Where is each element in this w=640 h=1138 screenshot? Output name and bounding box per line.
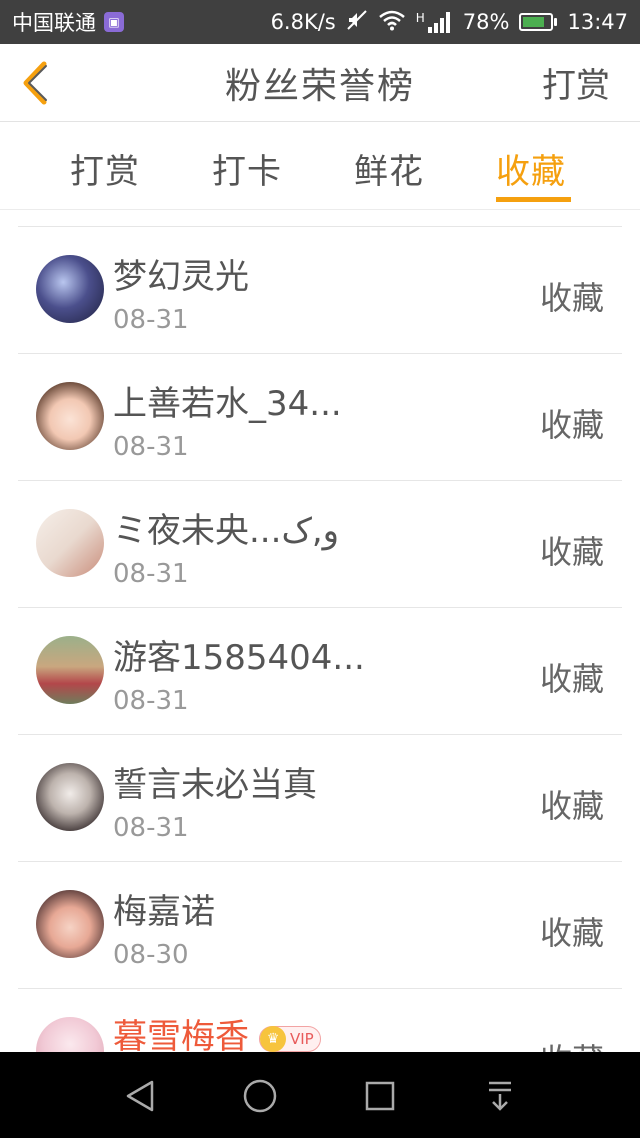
item-action: 收藏	[539, 406, 604, 444]
avatar	[36, 509, 104, 577]
item-date: 08-31	[113, 432, 189, 462]
avatar	[36, 890, 104, 958]
avatar	[36, 255, 104, 323]
item-action: 收藏	[540, 1035, 604, 1052]
item-action: 收藏	[539, 533, 604, 571]
notification-app-icon: ▣	[104, 12, 124, 32]
list-item[interactable]: 游客1585404... 08-31 收藏	[18, 608, 622, 735]
list-item[interactable]: 暮雪梅香 ♛VIP 收藏	[18, 989, 622, 1052]
list-item[interactable]: 梦幻灵光 08-31 收藏	[18, 227, 622, 354]
user-name: 暮雪梅香 ♛ VIP	[113, 1009, 321, 1052]
item-action: 收藏	[539, 279, 604, 317]
item-action: 收藏	[539, 660, 604, 698]
item-date: 08-31	[113, 305, 189, 335]
carrier-label: 中国联通	[12, 11, 96, 35]
nav-home-button[interactable]	[240, 1076, 280, 1116]
nav-back-button[interactable]	[120, 1076, 160, 1116]
triangle-back-icon	[126, 1080, 154, 1112]
avatar	[36, 763, 104, 831]
fan-list: 梦幻灵光 08-31 收藏 上善若水_34... 08-31 收藏 ミ夜未央..…	[18, 226, 622, 1052]
battery-icon	[519, 13, 558, 31]
avatar	[36, 382, 104, 450]
item-date: 08-31	[113, 686, 189, 716]
status-bar: 中国联通 ▣ 6.8K/s H 78% 13:47	[0, 0, 640, 44]
wifi-icon	[378, 9, 406, 36]
list-item[interactable]: ミ夜未央...ﻭ,ک 08-31 收藏	[18, 481, 622, 608]
active-tab-indicator	[496, 197, 571, 202]
user-name-text: 暮雪梅香	[113, 1017, 249, 1052]
network-speed: 6.8K/s	[270, 10, 336, 34]
circle-home-icon	[243, 1079, 277, 1113]
mute-icon	[346, 9, 368, 36]
clock: 13:47	[567, 10, 628, 34]
tab-reward[interactable]: 打赏	[70, 144, 140, 193]
network-type: H	[415, 11, 425, 25]
tab-flowers[interactable]: 鲜花	[354, 144, 424, 193]
nav-recents-button[interactable]	[360, 1076, 400, 1116]
pull-down-icon	[489, 1081, 511, 1111]
item-action: 收藏	[539, 914, 604, 952]
avatar	[36, 636, 104, 704]
item-date: 08-30	[113, 940, 189, 970]
tab-checkin[interactable]: 打卡	[212, 144, 282, 193]
vip-badge: ♛ VIP	[259, 1025, 321, 1052]
vip-label: VIP	[290, 1029, 314, 1048]
crown-icon: ♛	[260, 1025, 286, 1052]
user-name: 上善若水_34...	[113, 384, 342, 424]
avatar	[36, 1017, 104, 1052]
item-action: 收藏	[539, 787, 604, 825]
reward-button[interactable]: 打赏	[542, 58, 610, 107]
user-name: 梦幻灵光	[113, 257, 249, 297]
battery-percent: 78%	[462, 10, 510, 34]
system-nav-bar	[0, 1052, 640, 1138]
signal-icon: H	[416, 11, 453, 33]
user-name: ミ夜未央...ﻭ,ک	[113, 511, 340, 551]
nav-notifications-button[interactable]	[480, 1076, 520, 1116]
tab-favorites[interactable]: 收藏	[496, 144, 566, 193]
item-date: 08-31	[113, 559, 189, 589]
list-item[interactable]: 上善若水_34... 08-31 收藏	[18, 354, 622, 481]
list-item[interactable]: 誓言未必当真 08-31 收藏	[18, 735, 622, 862]
item-date: 08-31	[113, 813, 189, 843]
user-name: 游客1585404...	[113, 638, 365, 678]
app-header: 粉丝荣誉榜 打赏	[0, 44, 640, 122]
user-name: 梅嘉诺	[113, 892, 215, 932]
list-item[interactable]: 梅嘉诺 08-30 收藏	[18, 862, 622, 989]
user-name: 誓言未必当真	[113, 765, 317, 805]
square-recents-icon	[365, 1081, 395, 1111]
